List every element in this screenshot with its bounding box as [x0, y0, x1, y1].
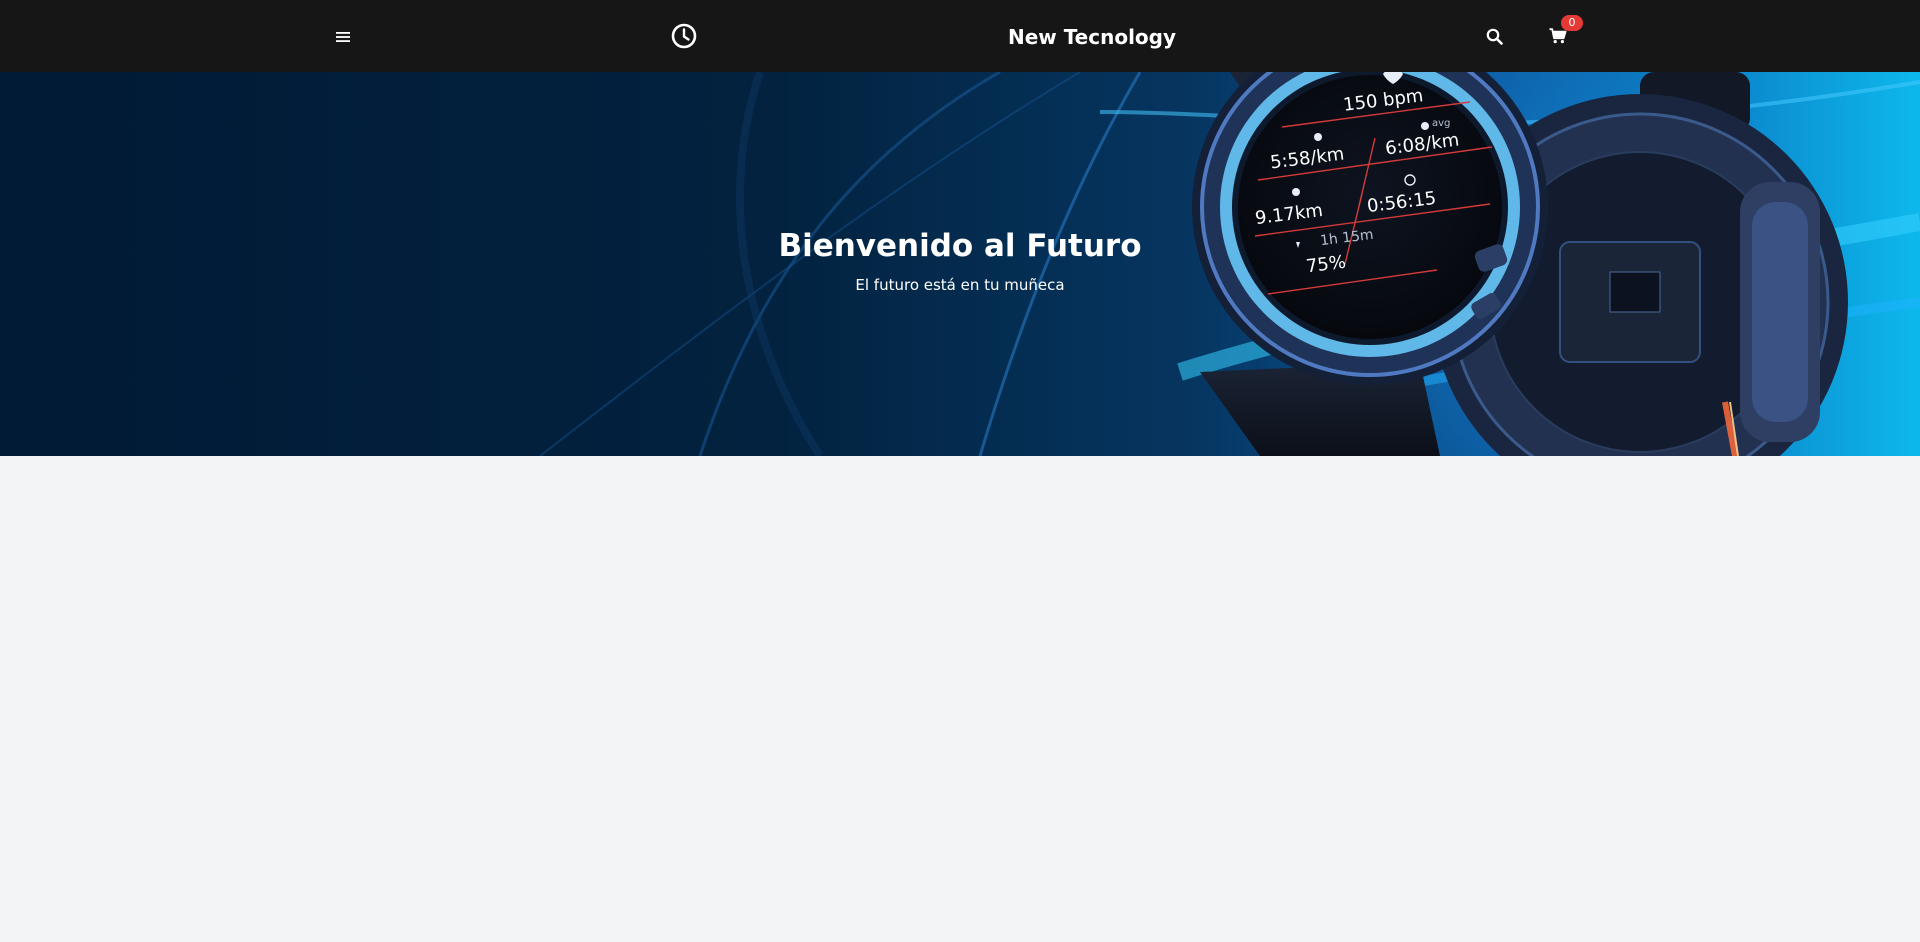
cart-count-badge: 0 [1561, 15, 1583, 31]
brand-title[interactable]: New Tecnology [992, 22, 1192, 52]
clock-icon[interactable] [668, 20, 700, 52]
search-icon[interactable] [1479, 21, 1509, 51]
main-content-area [0, 456, 1920, 942]
smartwatch-banner-image [539, 72, 1920, 456]
hero-subtitle: El futuro está en tu muñeca [855, 276, 1065, 294]
top-navbar: New Tecnology 0 [0, 0, 1920, 72]
hamburger-menu-icon[interactable] [328, 22, 358, 52]
hero-title: Bienvenido al Futuro [778, 228, 1142, 264]
hero-banner: Bienvenido al Futuro El futuro está en t… [0, 72, 1920, 456]
